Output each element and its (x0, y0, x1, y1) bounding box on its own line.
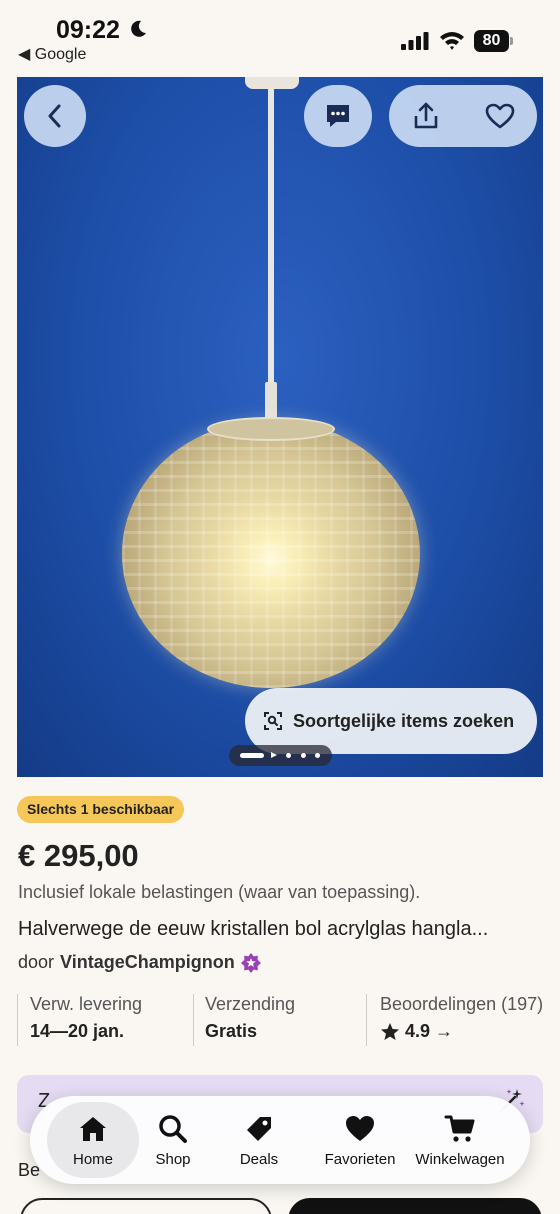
cart-icon (444, 1115, 475, 1142)
reviews-label: Beoordelingen (197) (380, 994, 544, 1014)
reviews-value: 4.9 → (405, 1021, 454, 1041)
tab-label: Favorieten (324, 1150, 396, 1168)
availability-badge: Slechts 1 beschikbaar (17, 796, 185, 823)
star-seller-icon (240, 952, 261, 973)
heart-outline-icon (485, 103, 515, 129)
bottom-tab-bar: Home Shop Deals Favorieten Winkelwagen (30, 1096, 530, 1184)
shipping-label: Verzending (205, 994, 296, 1014)
seller-line: door VintageChampignon (18, 952, 261, 973)
play-icon (271, 752, 277, 758)
price: € 295,00 (18, 838, 139, 873)
seller-prefix: door (18, 952, 55, 972)
delivery-info: Verw. levering 14—20 jan. (17, 994, 193, 1046)
tab-label: Home (72, 1150, 113, 1168)
pagination-dot (301, 753, 306, 758)
tab-label: Deals (239, 1150, 279, 1168)
tab-label: Shop (155, 1150, 191, 1168)
back-button[interactable] (24, 85, 86, 147)
share-button[interactable] (389, 85, 463, 147)
tab-favorites[interactable]: Favorieten (310, 1102, 410, 1178)
tab-label: Winkelwagen (415, 1150, 505, 1168)
signal-icon (401, 32, 429, 50)
reviews-info[interactable]: Beoordelingen (197) 4.9 → (366, 994, 546, 1046)
primary-action-button[interactable] (288, 1198, 542, 1214)
share-favorite-group (389, 85, 537, 147)
product-image[interactable] (17, 77, 543, 777)
listing-title[interactable]: Halverwege de eeuw kristallen bol acrylg… (18, 918, 540, 941)
battery-level: 80 (474, 30, 509, 52)
secondary-action-button[interactable] (20, 1198, 272, 1214)
pagination-dot (286, 753, 291, 758)
moon-icon (131, 20, 146, 37)
favorite-button[interactable] (463, 85, 537, 147)
lamp-cord (268, 87, 274, 387)
find-similar-items-label: Soortgelijke items zoeken (293, 710, 515, 731)
home-icon (80, 1116, 106, 1141)
status-time: 09:22 (56, 16, 120, 44)
message-seller-button[interactable] (304, 85, 372, 147)
heart-icon (346, 1115, 374, 1141)
share-icon (414, 102, 438, 129)
tab-deals[interactable]: Deals (225, 1102, 293, 1178)
star-icon (381, 1022, 399, 1040)
status-bar: 09:22 ◀ Google 80 (0, 0, 560, 70)
delivery-value: 14—20 jan. (30, 1021, 125, 1041)
image-pagination[interactable] (229, 745, 332, 766)
visual-search-icon (264, 712, 282, 730)
tab-cart[interactable]: Winkelwagen (410, 1102, 510, 1178)
search-icon (159, 1114, 187, 1143)
chat-bubble-icon (327, 105, 349, 127)
tab-shop[interactable]: Shop (142, 1102, 204, 1178)
battery-indicator: 80 (474, 30, 514, 52)
wifi-icon (440, 32, 464, 50)
chevron-left-icon (48, 104, 61, 128)
seller-name-link[interactable]: VintageChampignon (60, 952, 235, 973)
tax-note: Inclusief lokale belastingen (waar van t… (18, 882, 421, 902)
delivery-label: Verw. levering (30, 994, 143, 1014)
pagination-dot (315, 753, 320, 758)
shipping-value: Gratis (205, 1021, 258, 1041)
reviews-rating: 4.9 → (380, 1021, 546, 1042)
back-to-app-link[interactable]: ◀ Google (18, 44, 86, 64)
tab-home[interactable]: Home (47, 1102, 139, 1178)
shipping-info: Verzending Gratis (193, 994, 366, 1046)
pagination-dot-active (240, 753, 264, 758)
tag-icon (247, 1116, 271, 1141)
